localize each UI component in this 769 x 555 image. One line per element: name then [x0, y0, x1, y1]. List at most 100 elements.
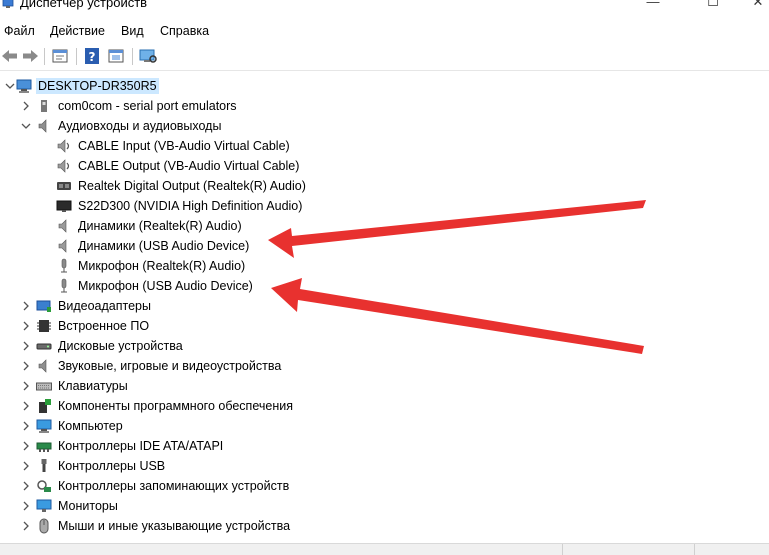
- digital-output-icon: [57, 182, 71, 190]
- audio-device-mic-usb[interactable]: Микрофон (USB Audio Device): [56, 276, 316, 296]
- speaker-cable-icon: [57, 159, 70, 173]
- ide-controller-icon: [36, 442, 52, 452]
- chevron-down-icon[interactable]: [20, 119, 32, 133]
- tree-category-audio-io[interactable]: Аудиовходы и аудиовыходы: [20, 116, 280, 136]
- tree-category-keyboards[interactable]: Клавиатуры: [20, 376, 320, 396]
- menu-file[interactable]: Файл: [4, 24, 35, 38]
- toolbar-separator: [44, 48, 45, 65]
- chevron-right-icon[interactable]: [20, 519, 32, 533]
- window-title: Диспетчер устройств: [20, 0, 148, 10]
- chevron-right-icon[interactable]: [20, 359, 32, 373]
- chevron-right-icon[interactable]: [20, 399, 32, 413]
- speaker-icon: [58, 239, 67, 253]
- audio-device-mic-realtek[interactable]: Микрофон (Realtek(R) Audio): [56, 256, 316, 276]
- category-label: Мыши и иные указывающие устройства: [58, 519, 291, 533]
- monitor-icon: [56, 200, 72, 212]
- microphone-icon: [61, 258, 67, 273]
- forward-arrow-icon[interactable]: [20, 47, 40, 65]
- speaker-icon: [38, 359, 47, 373]
- software-component-icon: [39, 399, 51, 413]
- keyboard-icon: [36, 382, 52, 391]
- tree-category-computer[interactable]: Компьютер: [20, 416, 320, 436]
- tree-category-sound-video-game[interactable]: Звуковые, игровые и видеоустройства: [20, 356, 360, 376]
- device-label: S22D300 (NVIDIA High Definition Audio): [78, 199, 303, 213]
- close-button[interactable]: ✕: [735, 0, 769, 12]
- tree-category-disk-drives[interactable]: Дисковые устройства: [20, 336, 320, 356]
- speaker-icon: [58, 219, 67, 233]
- tree-category-monitors[interactable]: Мониторы: [20, 496, 320, 516]
- category-label: com0com - serial port emulators: [58, 99, 237, 113]
- audio-device-s22d300[interactable]: S22D300 (NVIDIA High Definition Audio): [56, 196, 356, 216]
- status-bar-divider: [562, 544, 563, 555]
- tree-category-com0com[interactable]: com0com - serial port emulators: [20, 96, 280, 116]
- monitor-icon: [36, 499, 52, 512]
- chevron-right-icon[interactable]: [20, 99, 32, 113]
- category-label: Клавиатуры: [58, 379, 128, 393]
- menu-action[interactable]: Действие: [50, 24, 105, 38]
- tree-category-firmware[interactable]: Встроенное ПО: [20, 316, 320, 336]
- speaker-icon: [38, 119, 47, 133]
- chevron-right-icon[interactable]: [20, 319, 32, 333]
- tree-category-software-components[interactable]: Компоненты программного обеспечения: [20, 396, 360, 416]
- category-label: Контроллеры запоминающих устройств: [58, 479, 290, 493]
- properties-icon[interactable]: [50, 47, 70, 65]
- tree-category-ide-controllers[interactable]: Контроллеры IDE ATA/ATAPI: [20, 436, 320, 456]
- title-bar: Диспетчер устройств — ☐ ✕: [0, 0, 769, 14]
- status-bar: [0, 543, 769, 555]
- disk-drive-icon: [36, 343, 52, 350]
- chevron-right-icon[interactable]: [20, 499, 32, 513]
- device-tree: DESKTOP-DR350R5 com0com - serial port em…: [0, 72, 769, 542]
- audio-device-speakers-realtek[interactable]: Динамики (Realtek(R) Audio): [56, 216, 316, 236]
- device-label: Динамики (USB Audio Device): [78, 239, 250, 253]
- port-icon: [41, 100, 47, 112]
- firmware-chip-icon: [37, 320, 51, 332]
- maximize-button[interactable]: ☐: [690, 0, 736, 12]
- chevron-right-icon[interactable]: [20, 379, 32, 393]
- usb-icon: [41, 459, 47, 472]
- tree-category-storage-controllers[interactable]: Контроллеры запоминающих устройств: [20, 476, 360, 496]
- category-label: Аудиовходы и аудиовыходы: [58, 119, 222, 133]
- minimize-button[interactable]: —: [630, 0, 676, 12]
- update-driver-icon[interactable]: [106, 47, 126, 65]
- back-arrow-icon[interactable]: [0, 47, 20, 65]
- device-label: CABLE Output (VB-Audio Virtual Cable): [78, 159, 300, 173]
- audio-device-cable-input[interactable]: CABLE Input (VB-Audio Virtual Cable): [56, 136, 336, 156]
- device-label: Динамики (Realtek(R) Audio): [78, 219, 242, 233]
- speaker-cable-icon: [57, 139, 70, 153]
- category-label: Звуковые, игровые и видеоустройства: [58, 359, 282, 373]
- menu-help[interactable]: Справка: [160, 24, 209, 38]
- display-adapter-icon: [36, 300, 51, 312]
- category-label: Мониторы: [58, 499, 118, 513]
- root-label: DESKTOP-DR350R5: [36, 78, 159, 94]
- storage-controller-icon: [37, 480, 51, 492]
- toolbar-separator: [76, 48, 77, 65]
- tree-root-node[interactable]: DESKTOP-DR350R5: [4, 76, 204, 96]
- category-label: Контроллеры USB: [58, 459, 166, 473]
- audio-device-realtek-digital[interactable]: Realtek Digital Output (Realtek(R) Audio…: [56, 176, 356, 196]
- audio-device-cable-output[interactable]: CABLE Output (VB-Audio Virtual Cable): [56, 156, 336, 176]
- category-label: Контроллеры IDE ATA/ATAPI: [58, 439, 224, 453]
- chevron-right-icon[interactable]: [20, 439, 32, 453]
- tree-category-usb-controllers[interactable]: Контроллеры USB: [20, 456, 320, 476]
- microphone-icon: [61, 278, 67, 293]
- audio-device-speakers-usb[interactable]: Динамики (USB Audio Device): [56, 236, 316, 256]
- device-label: Realtek Digital Output (Realtek(R) Audio…: [78, 179, 306, 193]
- mouse-icon: [39, 518, 49, 534]
- chevron-right-icon[interactable]: [20, 459, 32, 473]
- chevron-right-icon[interactable]: [20, 419, 32, 433]
- menu-view[interactable]: Вид: [121, 24, 144, 38]
- help-icon[interactable]: ?: [82, 47, 102, 65]
- category-label: Видеоадаптеры: [58, 299, 151, 313]
- toolbar-separator: [132, 48, 133, 65]
- computer-icon: [36, 419, 52, 433]
- chevron-right-icon[interactable]: [20, 339, 32, 353]
- tree-category-display-adapters[interactable]: Видеоадаптеры: [20, 296, 320, 316]
- chevron-right-icon[interactable]: [20, 299, 32, 313]
- scan-hardware-icon[interactable]: [138, 47, 158, 65]
- svg-text:?: ?: [89, 50, 96, 64]
- chevron-right-icon[interactable]: [20, 479, 32, 493]
- tree-category-mice[interactable]: Мыши и иные указывающие устройства: [20, 516, 360, 536]
- category-label: Компьютер: [58, 419, 123, 433]
- chevron-down-icon[interactable]: [4, 79, 16, 93]
- computer-icon: [16, 79, 32, 93]
